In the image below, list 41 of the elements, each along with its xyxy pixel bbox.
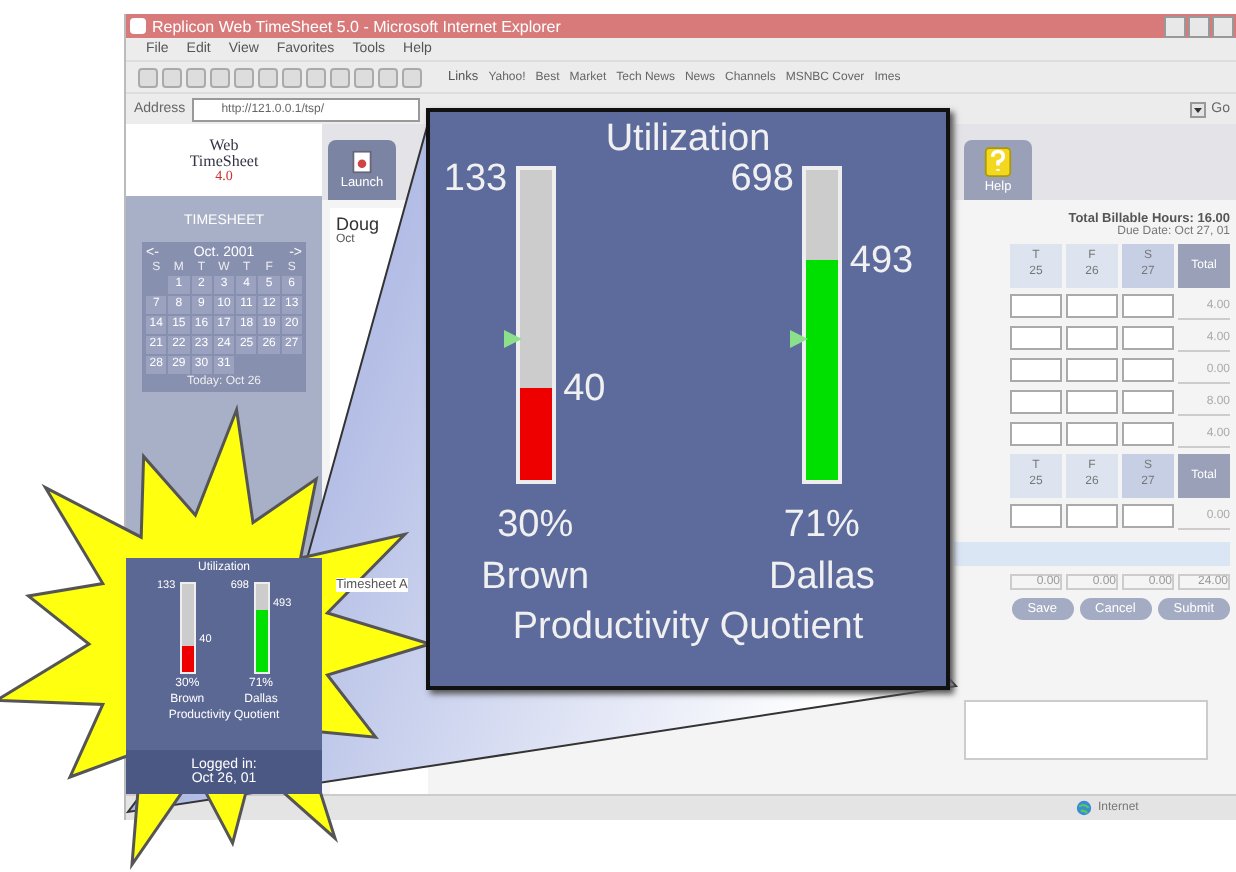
document-icon [350,150,374,174]
hours-field[interactable] [1066,294,1118,318]
hours-field[interactable] [1010,422,1062,446]
dropdown-arrow-icon[interactable] [1189,101,1206,117]
callout-title: Utilization [605,118,771,162]
hours-field[interactable] [1122,422,1174,446]
gauge-max: 698 [730,158,794,202]
hours-field[interactable] [1122,326,1174,350]
gauge-value: 40 [563,367,606,411]
window-title: Replicon Web TimeSheet 5.0 - Microsoft Internet Explorer [152,17,561,35]
hours-field[interactable] [1066,422,1118,446]
hours-field[interactable] [1066,504,1118,528]
employee-name: Doug [336,214,382,234]
hours-field[interactable] [1122,504,1174,528]
hours-field[interactable] [1010,504,1062,528]
hours-field[interactable] [1066,390,1118,414]
gauge-name: Dallas [769,553,875,602]
pointer-icon [789,330,808,348]
hours-field[interactable] [1066,358,1118,382]
hours-field[interactable] [1122,390,1174,414]
hours-field[interactable] [1010,326,1062,350]
gauge-name: Brown [481,553,590,602]
hours-field[interactable] [1122,294,1174,318]
gauge-percent: 71% [783,502,860,550]
close-button[interactable] [1212,15,1234,37]
pointer-icon [503,330,522,348]
gauge-max: 133 [443,158,508,202]
gauge-value: 493 [849,239,914,284]
minimize-button[interactable] [1164,15,1186,37]
hours-field[interactable] [1010,390,1062,414]
hours-field[interactable] [1122,358,1174,382]
hours-field[interactable] [1010,358,1062,382]
globe-icon [1076,800,1092,816]
callout-caption: Productivity Quotient [512,606,864,651]
hours-field[interactable] [1010,294,1062,318]
browser-icon [130,18,146,34]
maximize-button[interactable] [1188,15,1210,37]
notes-field[interactable] [964,700,1208,760]
question-mark-icon [984,146,1012,178]
hours-field[interactable] [1066,326,1118,350]
gauge-percent: 30% [497,502,574,550]
